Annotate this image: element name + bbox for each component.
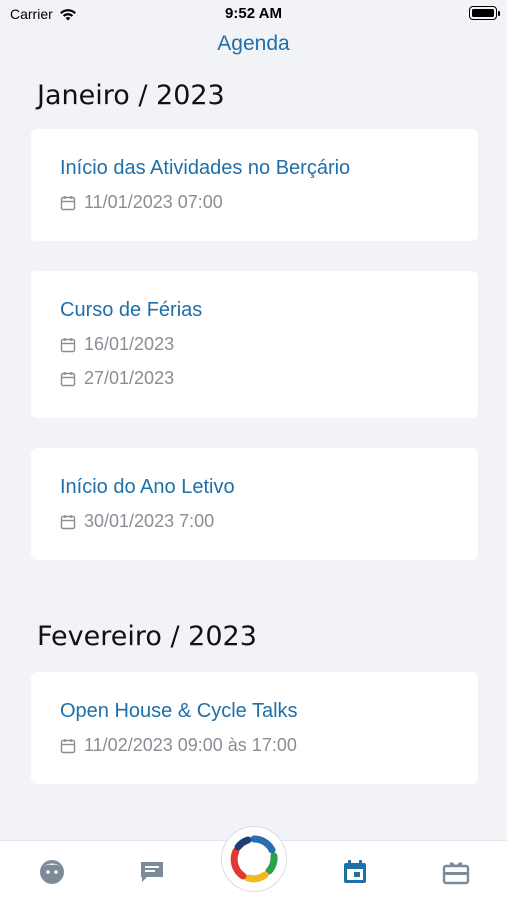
event-date: 11/01/2023 07:00: [84, 192, 223, 212]
calendar-icon: [344, 860, 366, 883]
event-date: 11/02/2023 09:00 às 17:00: [84, 735, 297, 755]
status-time: 9:52 AM: [225, 5, 282, 22]
event-date-row: 16/01/2023: [60, 334, 478, 355]
event-date-row: 30/01/2023 7:00: [60, 511, 478, 532]
calendar-small-icon: [60, 514, 76, 529]
month-heading-february: Fevereiro / 2023: [37, 621, 257, 652]
event-card[interactable]: Início do Ano Letivo 30/01/2023 7:00: [31, 448, 478, 560]
calendar-small-icon: [60, 195, 76, 210]
calendar-small-icon: [60, 337, 76, 352]
status-bar: Carrier 9:52 AM: [0, 0, 507, 28]
calendar-small-icon: [60, 371, 76, 386]
event-date-row: 11/02/2023 09:00 às 17:00: [60, 735, 478, 756]
event-card[interactable]: Open House & Cycle Talks 11/02/2023 09:0…: [31, 672, 478, 784]
event-title: Open House & Cycle Talks: [60, 700, 298, 722]
battery-icon: [469, 6, 500, 20]
event-title: Início das Atividades no Berçário: [60, 157, 351, 179]
chat-icon: [141, 862, 163, 882]
event-date-row: 27/01/2023: [60, 368, 478, 389]
tab-agenda[interactable]: [341, 858, 369, 886]
event-title: Curso de Férias: [60, 299, 203, 321]
child-face-icon: [40, 860, 64, 884]
calendar-small-icon: [60, 738, 76, 753]
app-logo-icon: [230, 835, 278, 883]
event-date: 16/01/2023: [84, 334, 175, 354]
gift-card-icon: [442, 862, 470, 885]
event-card[interactable]: Curso de Férias 16/01/2023 27/01/2023: [31, 271, 478, 418]
tab-children[interactable]: [38, 858, 66, 886]
event-date-row: 11/01/2023 07:00: [60, 192, 478, 213]
event-date: 27/01/2023: [84, 368, 175, 388]
tab-benefits[interactable]: [442, 858, 470, 886]
event-date: 30/01/2023 7:00: [84, 511, 215, 531]
month-heading-january: Janeiro / 2023: [37, 80, 225, 111]
event-title: Início do Ano Letivo: [60, 476, 235, 498]
home-logo-button[interactable]: [221, 826, 287, 892]
event-card[interactable]: Início das Atividades no Berçário 11/01/…: [31, 129, 478, 241]
page-title: Agenda: [217, 32, 290, 55]
tab-messages[interactable]: [138, 858, 166, 886]
